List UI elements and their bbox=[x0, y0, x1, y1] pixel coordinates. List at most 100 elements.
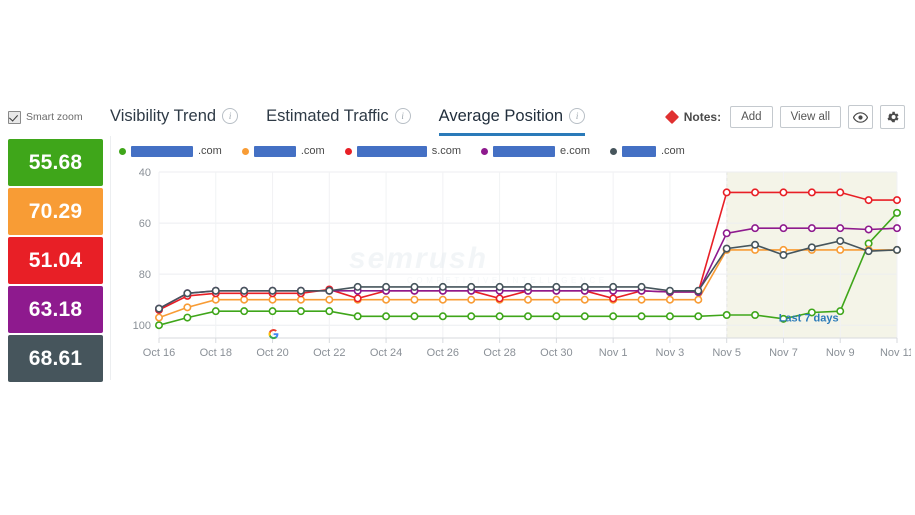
score-box-green[interactable]: 55.68 bbox=[8, 139, 103, 186]
data-point bbox=[580, 312, 589, 321]
data-point bbox=[665, 312, 674, 321]
tab-visibility-trend[interactable]: Visibility Trend i bbox=[110, 98, 239, 136]
legend-item[interactable]: .com bbox=[241, 145, 325, 157]
info-icon[interactable]: i bbox=[394, 108, 411, 124]
data-point bbox=[410, 312, 419, 321]
data-point bbox=[268, 286, 277, 295]
data-point bbox=[864, 239, 873, 248]
settings-gear-button[interactable] bbox=[880, 105, 905, 129]
x-tick-label: Oct 16 bbox=[143, 347, 175, 359]
data-point bbox=[892, 208, 901, 217]
data-point bbox=[353, 312, 362, 321]
info-icon[interactable]: i bbox=[569, 108, 586, 124]
data-point bbox=[722, 244, 731, 253]
data-point bbox=[325, 307, 334, 316]
legend-dot-icon bbox=[241, 147, 249, 155]
data-point bbox=[836, 188, 845, 197]
legend-dot-icon bbox=[119, 147, 126, 155]
x-tick-label: Oct 18 bbox=[200, 347, 232, 359]
data-point bbox=[154, 304, 163, 313]
tab-average-position[interactable]: Average Position i bbox=[438, 98, 586, 136]
data-point bbox=[779, 188, 788, 197]
tab-label: Visibility Trend bbox=[110, 106, 217, 125]
x-tick-label: Oct 26 bbox=[427, 347, 459, 359]
legend-label: s.com bbox=[431, 145, 462, 157]
data-point bbox=[580, 295, 589, 304]
data-point bbox=[552, 282, 561, 291]
data-point bbox=[580, 282, 589, 291]
legend-label: e.com bbox=[560, 145, 590, 157]
data-point bbox=[836, 245, 845, 254]
legend-item[interactable]: e.com bbox=[481, 145, 590, 157]
data-point bbox=[807, 188, 816, 197]
data-point bbox=[296, 286, 305, 295]
data-point bbox=[751, 188, 760, 197]
tab-label: Estimated Traffic bbox=[266, 106, 389, 125]
data-point bbox=[325, 286, 334, 295]
info-icon[interactable]: i bbox=[222, 108, 239, 124]
data-point bbox=[637, 312, 646, 321]
legend-dot-icon bbox=[481, 147, 489, 155]
y-tick-label: 100 bbox=[133, 320, 151, 332]
smart-zoom-toggle[interactable]: Smart zoom bbox=[8, 110, 94, 124]
data-point bbox=[892, 196, 901, 205]
data-point bbox=[751, 240, 760, 249]
data-point bbox=[637, 282, 646, 291]
data-point bbox=[495, 282, 504, 291]
x-tick-label: Nov 1 bbox=[599, 347, 628, 359]
data-point bbox=[211, 307, 220, 316]
data-point bbox=[751, 224, 760, 233]
last-7-days-label: Last 7 days bbox=[779, 313, 839, 325]
data-point bbox=[892, 224, 901, 233]
data-point bbox=[438, 312, 447, 321]
data-point bbox=[296, 295, 305, 304]
score-value: 55.68 bbox=[28, 150, 83, 174]
legend-item[interactable]: s.com bbox=[344, 145, 462, 157]
data-point bbox=[637, 295, 646, 304]
data-point bbox=[694, 295, 703, 304]
legend-redaction-bar bbox=[131, 145, 193, 157]
add-note-button[interactable]: Add bbox=[730, 106, 773, 128]
legend-redaction-bar bbox=[253, 145, 296, 157]
legend-item[interactable]: .com bbox=[610, 145, 685, 157]
semrush-position-tracking-widget: Smart zoom Visibility Trend i Estimated … bbox=[0, 0, 915, 515]
score-box-purple[interactable]: 63.18 bbox=[8, 286, 103, 333]
x-tick-label: Oct 30 bbox=[540, 347, 572, 359]
data-point bbox=[495, 312, 504, 321]
score-box-orange[interactable]: 70.29 bbox=[8, 188, 103, 235]
x-tick-label: Oct 22 bbox=[313, 347, 345, 359]
data-point bbox=[353, 294, 362, 303]
data-point bbox=[665, 295, 674, 304]
gear-icon bbox=[886, 111, 899, 123]
score-box-red[interactable]: 51.04 bbox=[8, 237, 103, 284]
chart-card: .com .com s.com e.com .com 40 60 80 100 … bbox=[110, 136, 911, 380]
data-point bbox=[864, 247, 873, 256]
chart-legend: .com .com s.com e.com .com bbox=[111, 136, 911, 158]
data-point bbox=[183, 303, 192, 312]
data-point bbox=[836, 224, 845, 233]
data-point bbox=[438, 295, 447, 304]
legend-label: .com bbox=[300, 145, 325, 157]
data-point bbox=[807, 243, 816, 252]
data-point bbox=[836, 236, 845, 245]
eye-icon-button[interactable] bbox=[848, 105, 873, 129]
data-point bbox=[268, 295, 277, 304]
data-point bbox=[240, 307, 249, 316]
legend-redaction-bar bbox=[493, 145, 556, 157]
data-point bbox=[211, 286, 220, 295]
data-point bbox=[892, 245, 901, 254]
tab-label: Average Position bbox=[438, 106, 564, 125]
y-tick-label: 80 bbox=[139, 269, 151, 281]
data-point bbox=[382, 282, 391, 291]
view-all-notes-button[interactable]: View all bbox=[779, 106, 841, 128]
data-point bbox=[779, 224, 788, 233]
score-box-dark[interactable]: 68.61 bbox=[8, 335, 103, 382]
plot-area[interactable]: 40 60 80 100 Oct 16 Oct 18 Oct 20 Oct 22 Oct 24 O… bbox=[111, 158, 911, 368]
data-point bbox=[779, 251, 788, 260]
legend-item[interactable]: .com bbox=[119, 145, 222, 157]
data-point bbox=[523, 282, 532, 291]
y-tick-label: 60 bbox=[139, 218, 151, 230]
tab-estimated-traffic[interactable]: Estimated Traffic i bbox=[266, 98, 411, 136]
smart-zoom-checkbox[interactable] bbox=[8, 110, 21, 124]
legend-dot-icon bbox=[344, 147, 352, 155]
